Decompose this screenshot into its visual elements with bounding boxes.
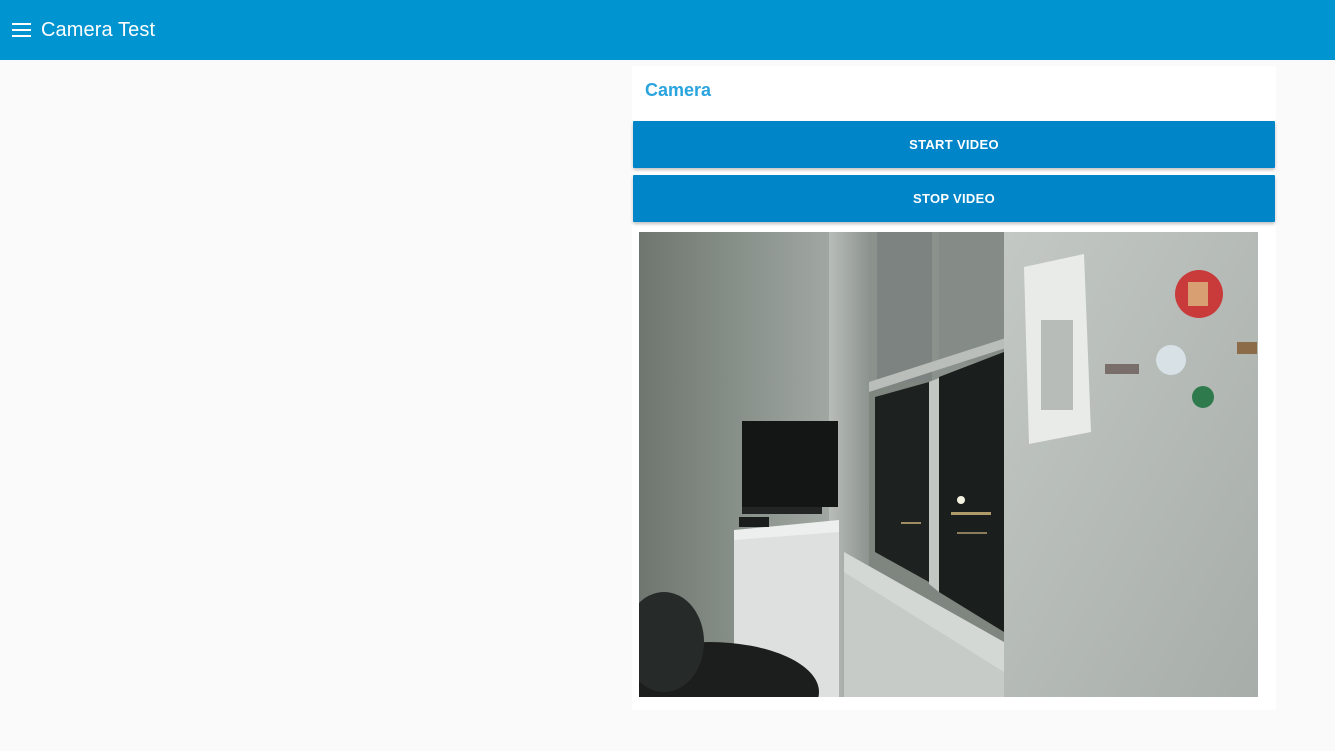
camera-card-title: Camera — [645, 80, 712, 100]
app-title: Camera Test — [41, 18, 156, 41]
hamburger-menu-icon[interactable] — [11, 19, 33, 41]
camera-video-feed — [639, 232, 1258, 697]
app-bar: Camera Test — [0, 0, 1335, 60]
camera-card: Camera START VIDEO STOP VIDEO — [632, 66, 1276, 710]
stop-video-button[interactable]: STOP VIDEO — [633, 175, 1275, 222]
camera-feed-image — [639, 232, 1258, 697]
start-video-button[interactable]: START VIDEO — [633, 121, 1275, 168]
